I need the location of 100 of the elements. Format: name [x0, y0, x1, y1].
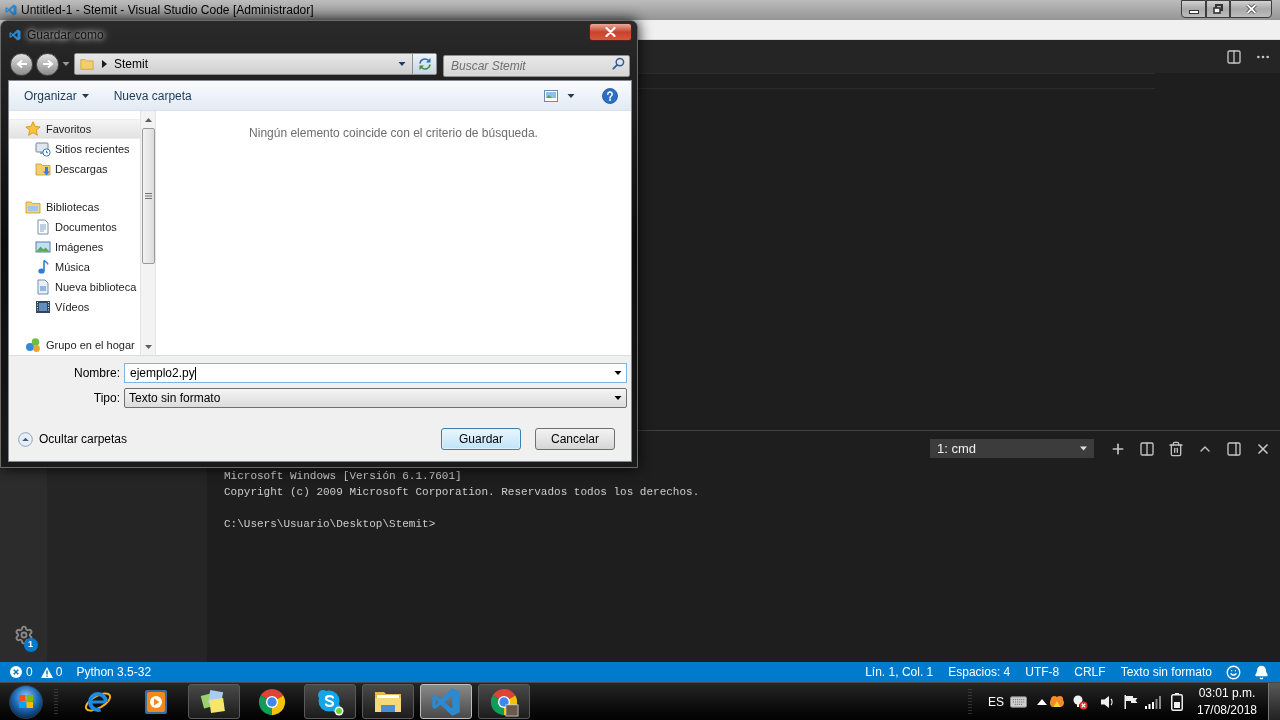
- warning-icon: [40, 666, 53, 678]
- refresh-button[interactable]: [412, 54, 436, 74]
- forward-button[interactable]: [36, 52, 59, 76]
- app-logo-icon: [9, 28, 21, 41]
- caret-down-icon[interactable]: [567, 93, 575, 98]
- status-item[interactable]: Espacios: 4: [948, 663, 1011, 681]
- help-icon[interactable]: [602, 87, 618, 104]
- pinned-app[interactable]: [257, 686, 287, 717]
- tree-item[interactable]: Música: [35, 257, 90, 277]
- scrollbar-thumb[interactable]: [141, 128, 155, 264]
- back-button[interactable]: [10, 52, 33, 76]
- settings-icon[interactable]: [13, 625, 34, 645]
- interpreter-selector[interactable]: Python 3.5-32: [76, 663, 152, 681]
- trash-icon[interactable]: [1167, 440, 1184, 457]
- caret-down-icon: [81, 93, 89, 98]
- speaker-icon[interactable]: [1100, 693, 1116, 710]
- caret-down-icon: [1080, 446, 1087, 451]
- status-item[interactable]: CRLF: [1074, 663, 1106, 681]
- view-options-icon[interactable]: [544, 89, 558, 102]
- app-logo-icon: [5, 4, 17, 16]
- monitor-clock-icon: [35, 141, 51, 157]
- hide-folders-button[interactable]: Ocultar carpetas: [18, 430, 128, 448]
- tree-item[interactable]: Imágenes: [35, 237, 104, 257]
- new-folder-button[interactable]: Nueva carpeta: [106, 84, 199, 107]
- problems-indicator[interactable]: 0 0: [10, 662, 63, 682]
- bell-icon[interactable]: [1253, 664, 1269, 680]
- caret-down-icon[interactable]: [62, 62, 70, 66]
- folder-icon: [25, 199, 41, 215]
- caret-up-icon[interactable]: [1037, 698, 1047, 705]
- cancel-button[interactable]: Cancelar: [535, 428, 615, 450]
- arrow-right-icon: [41, 59, 54, 69]
- minimize-icon: [1188, 10, 1199, 14]
- tree-item[interactable]: Grupo en el hogar: [25, 335, 135, 355]
- caret-down-icon: [614, 396, 622, 400]
- arrow-left-icon: [15, 59, 28, 69]
- text-cursor-icon: [194, 366, 196, 380]
- scroll-up-arrow-icon[interactable]: [144, 117, 152, 122]
- field-label: Tipo:: [92, 390, 120, 407]
- keyboard-icon[interactable]: [1010, 695, 1027, 708]
- restore-icon: [1213, 4, 1223, 14]
- organize-menu-button[interactable]: Organizar: [17, 84, 96, 107]
- caret-down-icon[interactable]: [398, 62, 406, 66]
- tree-item[interactable]: Nueva biblioteca: [35, 277, 137, 297]
- close-button[interactable]: [589, 23, 632, 41]
- star-icon: [25, 121, 41, 137]
- tree-item[interactable]: Sitios recientes: [35, 139, 130, 159]
- app-logo-icon: [431, 686, 461, 717]
- scroll-down-arrow-icon[interactable]: [144, 344, 152, 349]
- status-item[interactable]: UTF-8: [1025, 663, 1060, 681]
- start-orb-icon[interactable]: [9, 684, 43, 719]
- tree-item[interactable]: Bibliotecas: [25, 197, 100, 217]
- taskbar-button[interactable]: [304, 684, 356, 719]
- close-button[interactable]: [1230, 0, 1272, 18]
- save-button[interactable]: Guardar: [441, 428, 521, 450]
- chevron-up-icon: [18, 431, 33, 447]
- tree-item[interactable]: Vídeos: [35, 297, 90, 317]
- close-icon: [1245, 4, 1257, 14]
- show-desktop-button[interactable]: [1268, 683, 1280, 720]
- language-indicator[interactable]: ES: [988, 692, 1004, 711]
- address-bar[interactable]: Stemit: [74, 53, 437, 75]
- grip-lines-icon: [144, 193, 152, 199]
- panel-layout-icon[interactable]: [1225, 440, 1242, 457]
- vertical-scrollbar[interactable]: [140, 111, 155, 355]
- tree-item[interactable]: Documentos: [35, 217, 117, 237]
- tree-item[interactable]: Favoritos: [9, 119, 140, 139]
- folder-icon: [80, 57, 94, 71]
- dialog-title: Guardar como: [27, 26, 104, 44]
- split-editor-icon[interactable]: [1225, 48, 1242, 65]
- window-title: Untitled-1 - Stemit - Visual Studio Code [Administrador]: [21, 2, 314, 19]
- file-type-select[interactable]: Texto sin formato: [124, 388, 627, 408]
- tray-app-icon[interactable]: [1049, 693, 1065, 710]
- three-balls-icon: [25, 337, 41, 353]
- battery-icon[interactable]: [1171, 692, 1183, 711]
- status-item[interactable]: Texto sin formato: [1120, 663, 1212, 681]
- close-icon: [605, 27, 616, 37]
- taskbar-button[interactable]: [188, 684, 240, 719]
- restore-button[interactable]: [1206, 0, 1230, 18]
- search-icon: [612, 57, 625, 70]
- smiley-icon[interactable]: [1225, 664, 1241, 680]
- breadcrumb-item[interactable]: Stemit: [114, 55, 148, 73]
- picture-icon: [35, 239, 51, 255]
- terminal-line: Microsoft Windows [Versión 6.1.7601]: [224, 469, 462, 484]
- status-item[interactable]: Lín. 1, Col. 1: [865, 663, 934, 681]
- tree-item[interactable]: Descargas: [35, 159, 108, 179]
- empty-state-message: Ningún elemento coincide con el criterio de búsqueda.: [249, 125, 538, 142]
- minimize-button[interactable]: [1181, 0, 1206, 18]
- taskbar-button[interactable]: [362, 684, 414, 719]
- music-note-icon: [35, 259, 51, 275]
- terminal-line: Copyright (c) 2009 Microsoft Corporation. Reservados todos los derechos.: [224, 485, 700, 500]
- flag-icon[interactable]: [1123, 693, 1139, 710]
- filename-field[interactable]: ejemplo2.py: [124, 363, 627, 383]
- clock-button[interactable]: 03:01 p.m. 17/08/2018: [1192, 684, 1262, 719]
- chevron-right-icon[interactable]: [102, 60, 107, 68]
- split-panel-icon[interactable]: [1138, 440, 1155, 457]
- signal-bars-icon[interactable]: [1145, 694, 1161, 709]
- caret-down-icon[interactable]: [614, 371, 622, 375]
- search-field[interactable]: Buscar Stemit: [443, 55, 630, 77]
- taskbar-button[interactable]: [478, 684, 530, 719]
- terminal-select[interactable]: 1: cmd: [930, 439, 1094, 458]
- network-error-icon[interactable]: [1072, 693, 1088, 710]
